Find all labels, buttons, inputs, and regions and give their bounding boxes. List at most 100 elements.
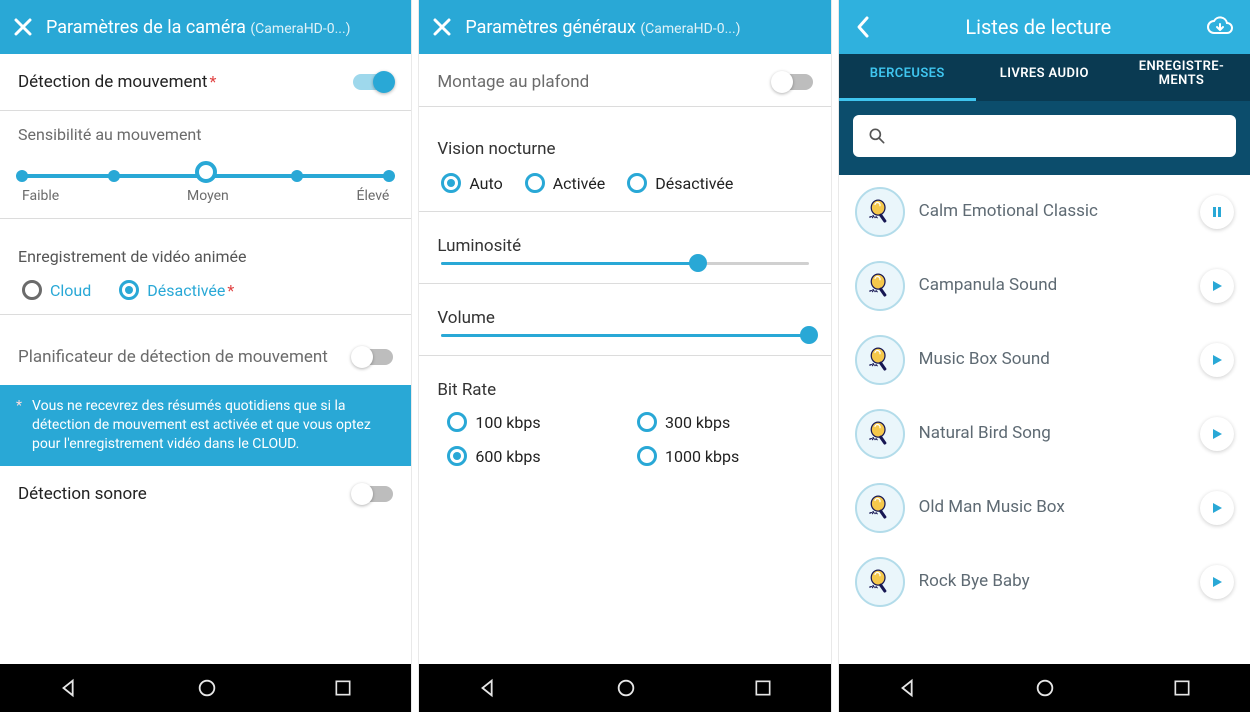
nav-recent-icon[interactable] — [753, 678, 773, 698]
nav-home-icon[interactable] — [615, 677, 637, 699]
playlist-item[interactable]: Campanula Sound — [839, 249, 1250, 323]
bitrate-option-100[interactable]: 100 kbps — [447, 412, 613, 432]
night-option-off-label: Désactivée — [655, 174, 733, 193]
row-sound-detection[interactable]: Détection sonore — [0, 466, 411, 522]
brightness-slider[interactable] — [419, 262, 830, 283]
info-banner: * Vous ne recevrez des résumés quotidien… — [0, 385, 411, 466]
bitrate-option-300[interactable]: 300 kbps — [637, 412, 803, 432]
back-icon[interactable] — [855, 15, 871, 39]
playlist-item[interactable]: Calm Emotional Classic — [839, 175, 1250, 249]
nav-back-icon[interactable] — [58, 677, 80, 699]
search-icon — [867, 126, 887, 146]
playlist-item[interactable]: Old Man Music Box — [839, 471, 1250, 545]
playlist-item-title: Rock Bye Baby — [919, 571, 1186, 591]
playlist-item-title: Natural Bird Song — [919, 423, 1186, 443]
playlist-item[interactable]: Rock Bye Baby — [839, 545, 1250, 619]
playlist: Calm Emotional Classic Campanula Sound Mus… — [839, 175, 1250, 664]
appbar: Paramètres généraux (CameraHD-0...) — [419, 0, 830, 54]
cloud-download-icon[interactable] — [1206, 16, 1234, 38]
motion-detection-toggle[interactable] — [353, 74, 393, 90]
night-option-on[interactable]: Activée — [525, 173, 606, 193]
recording-option-disabled-label: Désactivée* — [147, 281, 234, 300]
bitrate-option-100-label: 100 kbps — [475, 413, 540, 432]
sensitivity-tick-med: Moyen — [187, 188, 229, 204]
bitrate-radio-group: 100 kbps 300 kbps 600 kbps 1000 kbps — [419, 406, 830, 484]
sound-detection-toggle[interactable] — [353, 486, 393, 502]
bitrate-label: Bit Rate — [419, 370, 830, 406]
tab-audiobooks[interactable]: LIVRES AUDIO — [976, 54, 1113, 101]
sensitivity-stepper[interactable]: Faible Moyen Élevé — [0, 150, 411, 214]
playlist-item-title: Music Box Sound — [919, 349, 1186, 369]
maraca-icon — [855, 483, 905, 533]
tab-lullabies[interactable]: BERCEUSES — [839, 54, 976, 101]
row-scheduler[interactable]: Planificateur de détection de mouvement — [0, 329, 411, 385]
close-icon[interactable] — [14, 18, 32, 36]
sound-detection-label: Détection sonore — [18, 484, 341, 504]
sensitivity-tick-low: Faible — [22, 188, 59, 204]
nav-back-icon[interactable] — [897, 677, 919, 699]
night-option-on-label: Activée — [553, 174, 606, 193]
tab-bar: BERCEUSES LIVRES AUDIO ENREGISTRE- MENTS — [839, 54, 1250, 101]
nav-recent-icon[interactable] — [1172, 678, 1192, 698]
screen-camera-settings: Paramètres de la caméra (CameraHD-0...) … — [0, 0, 412, 712]
recording-option-disabled[interactable]: Désactivée* — [119, 280, 234, 300]
bitrate-option-300-label: 300 kbps — [665, 413, 730, 432]
recording-option-cloud[interactable]: Cloud — [22, 280, 91, 300]
volume-slider[interactable] — [419, 334, 830, 355]
search-area — [839, 101, 1250, 175]
playlist-item[interactable]: Music Box Sound — [839, 323, 1250, 397]
playlist-item[interactable]: Natural Bird Song — [839, 397, 1250, 471]
search-input[interactable] — [853, 115, 1236, 157]
bitrate-option-1000-label: 1000 kbps — [665, 447, 739, 466]
night-option-auto[interactable]: Auto — [441, 173, 502, 193]
bitrate-option-600-label: 600 kbps — [475, 447, 540, 466]
maraca-icon — [855, 335, 905, 385]
play-button[interactable] — [1200, 491, 1234, 525]
appbar-subtitle: (CameraHD-0...) — [640, 21, 740, 37]
play-button[interactable] — [1200, 343, 1234, 377]
bitrate-option-600[interactable]: 600 kbps — [447, 446, 613, 466]
appbar-title-text: Paramètres de la caméra — [46, 17, 246, 38]
close-icon[interactable] — [433, 18, 451, 36]
appbar-title: Listes de lecture — [965, 15, 1111, 39]
appbar-title-text: Paramètres généraux — [465, 17, 636, 38]
night-vision-label: Vision nocturne — [419, 121, 830, 165]
recording-radio-group: Cloud Désactivée* — [0, 272, 411, 314]
appbar: Listes de lecture — [839, 0, 1250, 54]
play-button[interactable] — [1200, 565, 1234, 599]
screen-playlists: Listes de lecture BERCEUSES LIVRES AUDIO… — [838, 0, 1250, 712]
pause-button[interactable] — [1200, 195, 1234, 229]
brightness-label: Luminosité — [419, 226, 830, 262]
maraca-icon — [855, 187, 905, 237]
play-button[interactable] — [1200, 417, 1234, 451]
asterisk-icon: * — [16, 397, 22, 454]
nav-home-icon[interactable] — [1034, 677, 1056, 699]
recording-label: Enregistrement de vidéo animée — [0, 233, 411, 272]
night-option-auto-label: Auto — [469, 174, 502, 193]
ceiling-toggle[interactable] — [773, 74, 813, 90]
maraca-icon — [855, 557, 905, 607]
nav-recent-icon[interactable] — [333, 678, 353, 698]
nav-home-icon[interactable] — [196, 677, 218, 699]
nav-back-icon[interactable] — [477, 677, 499, 699]
scheduler-label: Planificateur de détection de mouvement — [18, 347, 341, 367]
recording-option-cloud-label: Cloud — [50, 281, 91, 300]
sensitivity-label: Sensibilité au mouvement — [0, 111, 411, 150]
maraca-icon — [855, 409, 905, 459]
bitrate-option-1000[interactable]: 1000 kbps — [637, 446, 803, 466]
info-banner-text: Vous ne recevrez des résumés quotidiens … — [32, 397, 395, 454]
volume-label: Volume — [419, 298, 830, 334]
row-motion-detection[interactable]: Détection de mouvement* — [0, 54, 411, 111]
appbar-title: Paramètres de la caméra (CameraHD-0...) — [46, 17, 397, 38]
scheduler-toggle[interactable] — [353, 349, 393, 365]
playlist-item-title: Calm Emotional Classic — [919, 201, 1186, 221]
appbar-subtitle: (CameraHD-0...) — [250, 21, 350, 37]
playlist-item-title: Old Man Music Box — [919, 497, 1186, 517]
tab-recordings[interactable]: ENREGISTRE- MENTS — [1113, 54, 1250, 101]
motion-detection-label: Détection de mouvement* — [18, 72, 341, 92]
night-option-off[interactable]: Désactivée — [627, 173, 733, 193]
play-button[interactable] — [1200, 269, 1234, 303]
appbar-title: Paramètres généraux (CameraHD-0...) — [465, 17, 816, 38]
row-ceiling-mount[interactable]: Montage au plafond — [419, 54, 830, 102]
ceiling-label: Montage au plafond — [437, 72, 760, 92]
